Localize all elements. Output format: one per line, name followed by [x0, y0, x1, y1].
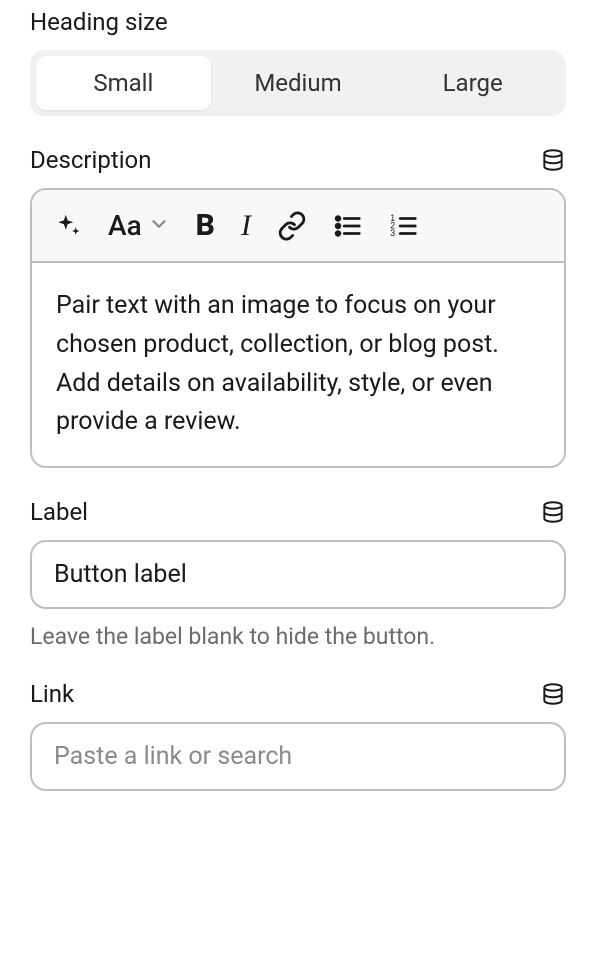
description-header: Description	[30, 146, 566, 174]
link-section: Link	[30, 680, 566, 791]
link-header: Link	[30, 680, 566, 708]
link-title: Link	[30, 680, 74, 708]
heading-size-option-large[interactable]: Large	[385, 56, 560, 110]
heading-size-section: Heading size Small Medium Large	[30, 8, 566, 116]
heading-size-label: Heading size	[30, 8, 566, 36]
description-textarea[interactable]: Pair text with an image to focus on your…	[32, 263, 564, 466]
link-input[interactable]	[30, 722, 566, 791]
bold-button[interactable]: B	[196, 208, 215, 243]
button-label-header: Label	[30, 498, 566, 526]
description-section: Description Aa	[30, 146, 566, 468]
heading-size-option-small[interactable]: Small	[36, 56, 211, 110]
dynamic-source-icon[interactable]	[540, 681, 566, 707]
description-label: Description	[30, 146, 152, 174]
numbered-list-button[interactable]: 1 2 3	[389, 211, 419, 241]
editor-toolbar: Aa B I	[32, 190, 564, 263]
link-button[interactable]	[277, 211, 307, 241]
font-aa-label: Aa	[108, 209, 142, 242]
button-label-input[interactable]	[30, 540, 566, 609]
italic-button[interactable]: I	[241, 209, 251, 243]
bullet-list-button[interactable]	[333, 211, 363, 241]
heading-size-segmented: Small Medium Large	[30, 50, 566, 116]
description-editor: Aa B I	[30, 188, 566, 468]
button-label-section: Label Leave the label blank to hide the …	[30, 498, 566, 650]
font-style-button[interactable]: Aa	[108, 209, 170, 242]
svg-text:3: 3	[390, 228, 395, 238]
dynamic-source-icon[interactable]	[540, 147, 566, 173]
chevron-down-icon	[148, 213, 170, 239]
dynamic-source-icon[interactable]	[540, 499, 566, 525]
button-label-help: Leave the label blank to hide the button…	[30, 623, 566, 650]
sparkle-icon[interactable]	[52, 211, 82, 241]
heading-size-option-medium[interactable]: Medium	[211, 56, 386, 110]
button-label-title: Label	[30, 498, 88, 526]
